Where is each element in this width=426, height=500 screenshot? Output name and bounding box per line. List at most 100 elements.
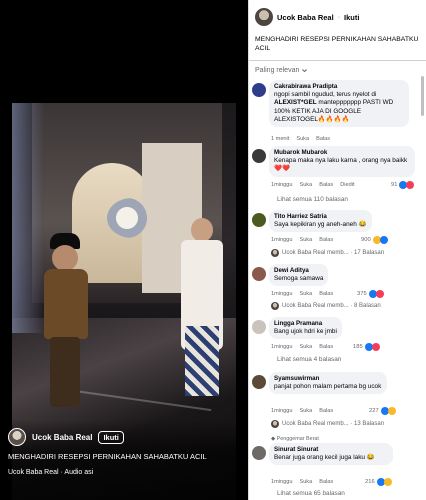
like-reaction-icon bbox=[379, 236, 388, 244]
reaction-summary[interactable]: 227 bbox=[369, 407, 396, 415]
see-all-replies-link[interactable]: Lihat semua 65 balasan bbox=[277, 490, 345, 497]
comment-time[interactable]: 1minggu bbox=[271, 408, 292, 414]
comment-text: ngopi sambil ngudud, terus nyelot di ALE… bbox=[274, 91, 394, 123]
like-button[interactable]: Suka bbox=[299, 291, 312, 297]
like-button[interactable]: Suka bbox=[296, 136, 309, 142]
reply-author-avatar bbox=[271, 249, 279, 257]
comment-actions: 1minggu Suka Balas bbox=[271, 344, 333, 350]
love-reaction-icon bbox=[371, 343, 380, 351]
commenter-name[interactable]: Sinurat Sinurat bbox=[274, 446, 388, 454]
comment-bubble: Tito Harriez Satria Saya kepikiran yg an… bbox=[269, 210, 372, 233]
comment-sort-dropdown[interactable]: Paling relevan bbox=[255, 67, 308, 74]
post-follow-button[interactable]: Ikuti bbox=[344, 13, 359, 22]
top-fan-badge: ◆ Penggemar Berat bbox=[271, 436, 319, 442]
post-author-name[interactable]: Ucok Baba Real bbox=[277, 13, 334, 22]
comment-text: Kenapa maka nya laku karna , orang nya b… bbox=[274, 157, 408, 173]
like-button[interactable]: Suka bbox=[299, 479, 312, 485]
comment-bubble: Dewi Aditya Semoga samawa bbox=[269, 264, 329, 287]
video-author-avatar[interactable] bbox=[8, 428, 26, 446]
see-all-replies-link[interactable]: Lihat semua 110 balasan bbox=[277, 196, 348, 203]
comment-time[interactable]: 1 menit bbox=[271, 136, 289, 142]
haha-reaction-icon bbox=[387, 407, 396, 415]
reaction-summary[interactable]: 375 bbox=[357, 290, 384, 298]
commenter-name[interactable]: Dewi Aditya bbox=[274, 267, 323, 275]
like-button[interactable]: Suka bbox=[299, 182, 312, 188]
comment-actions: 1minggu Suka Balas bbox=[271, 291, 333, 297]
comment-bubble: Syamsuwirman panjat pohon malam pertama … bbox=[269, 372, 387, 395]
post-panel: Ucok Baba Real · Ikuti MENGHADIRI RESEPS… bbox=[248, 0, 426, 500]
scrollbar[interactable] bbox=[421, 76, 424, 116]
video-person-figure bbox=[177, 218, 227, 438]
video-follow-button[interactable]: Ikuti bbox=[98, 430, 124, 444]
commenter-name[interactable]: Syamsuwirman bbox=[274, 375, 382, 383]
reply-author-avatar bbox=[271, 420, 279, 428]
edited-label: Diedit bbox=[340, 182, 355, 188]
video-audio-row[interactable]: Ucok Baba Real · Audio asi bbox=[8, 469, 93, 476]
like-button[interactable]: Suka bbox=[299, 408, 312, 414]
comment-time[interactable]: 1minggu bbox=[271, 291, 292, 297]
comment-text: Semoga samawa bbox=[274, 275, 324, 282]
reply-summary-link[interactable]: Ucok Baba Real memb... · 8 Balasan bbox=[271, 302, 381, 310]
reply-summary-link[interactable]: Ucok Baba Real memb... · 13 Balasan bbox=[271, 420, 384, 428]
comment-actions: 1minggu Suka Balas bbox=[271, 237, 333, 243]
reaction-summary[interactable]: 91 bbox=[391, 181, 415, 189]
comment-actions: 1minggu Suka Balas bbox=[271, 479, 333, 485]
comment-bubble: Mubarok Mubarok Kenapa maka nya laku kar… bbox=[269, 146, 415, 177]
comment-actions: 1minggu Suka Balas Diedit bbox=[271, 182, 355, 188]
post-header: Ucok Baba Real · Ikuti bbox=[255, 8, 359, 26]
reply-button[interactable]: Balas bbox=[319, 237, 333, 243]
comment-actions: 1 menit Suka Balas bbox=[271, 136, 330, 142]
comment-actions: 1minggu Suka Balas bbox=[271, 408, 333, 414]
comment-time[interactable]: 1minggu bbox=[271, 182, 292, 188]
commenter-name[interactable]: Lingga Pramana bbox=[274, 320, 337, 328]
comment-time[interactable]: 1minggu bbox=[271, 344, 292, 350]
reply-button[interactable]: Balas bbox=[319, 291, 333, 297]
separator-dot: · bbox=[337, 13, 341, 21]
comment-time[interactable]: 1minggu bbox=[271, 237, 292, 243]
comment-text: panjat pohon malam pertama bg ucok bbox=[274, 383, 382, 390]
commenter-avatar[interactable] bbox=[252, 320, 266, 334]
video-pane: Ucok Baba Real Ikuti MENGHADIRI RESEPSI … bbox=[0, 0, 248, 500]
commenter-avatar[interactable] bbox=[252, 213, 266, 227]
commenter-avatar[interactable] bbox=[252, 149, 266, 163]
divider bbox=[249, 60, 426, 61]
reply-summary-link[interactable]: Ucok Baba Real memb... · 17 Balasan bbox=[271, 249, 384, 257]
video-child-figure bbox=[40, 233, 96, 423]
sort-label: Paling relevan bbox=[255, 67, 300, 74]
video-author-row: Ucok Baba Real Ikuti bbox=[8, 428, 124, 446]
comment-text: Saya kepikiran yg aneh-aneh 😂 bbox=[274, 221, 367, 228]
reply-button[interactable]: Balas bbox=[319, 182, 333, 188]
comment-text: Benar juga orang kecil juga laku 😂 bbox=[274, 454, 375, 461]
audio-label[interactable]: Ucok Baba Real · Audio asi bbox=[8, 469, 93, 476]
comment-time[interactable]: 1minggu bbox=[271, 479, 292, 485]
reply-button[interactable]: Balas bbox=[316, 136, 330, 142]
reply-author-avatar bbox=[271, 302, 279, 310]
reply-button[interactable]: Balas bbox=[319, 479, 333, 485]
reply-button[interactable]: Balas bbox=[319, 408, 333, 414]
chevron-down-icon bbox=[302, 69, 308, 73]
love-reaction-icon bbox=[406, 181, 415, 189]
video-caption: MENGHADIRI RESEPSI PERNIKAHAN SAHABATKU … bbox=[8, 452, 207, 461]
commenter-avatar[interactable] bbox=[252, 267, 266, 281]
comment-bubble: Lingga Pramana Bang ujok hdri ke jmbi bbox=[269, 317, 342, 340]
commenter-avatar[interactable] bbox=[252, 375, 266, 389]
post-author-avatar[interactable] bbox=[255, 8, 273, 26]
video-author-name[interactable]: Ucok Baba Real bbox=[32, 433, 92, 442]
commenter-name[interactable]: Tito Harriez Satria bbox=[274, 213, 367, 221]
love-reaction-icon bbox=[375, 290, 384, 298]
see-all-replies-link[interactable]: Lihat semua 4 balasan bbox=[277, 356, 341, 363]
video-flowers bbox=[107, 198, 157, 238]
comment-bubble: Sinurat Sinurat Benar juga orang kecil j… bbox=[269, 443, 393, 466]
like-button[interactable]: Suka bbox=[299, 237, 312, 243]
reply-button[interactable]: Balas bbox=[319, 344, 333, 350]
commenter-avatar[interactable] bbox=[252, 83, 266, 97]
commenter-avatar[interactable] bbox=[252, 446, 266, 460]
reaction-summary[interactable]: 900 bbox=[361, 236, 388, 244]
commenter-name[interactable]: Cakrabirawa Pradipta bbox=[274, 83, 404, 91]
commenter-name[interactable]: Mubarok Mubarok bbox=[274, 149, 410, 157]
comment-bubble: Cakrabirawa Pradipta ngopi sambil ngudud… bbox=[269, 80, 409, 128]
haha-reaction-icon bbox=[383, 478, 392, 486]
reaction-summary[interactable]: 216 bbox=[365, 478, 392, 486]
reaction-summary[interactable]: 185 bbox=[353, 343, 380, 351]
like-button[interactable]: Suka bbox=[299, 344, 312, 350]
